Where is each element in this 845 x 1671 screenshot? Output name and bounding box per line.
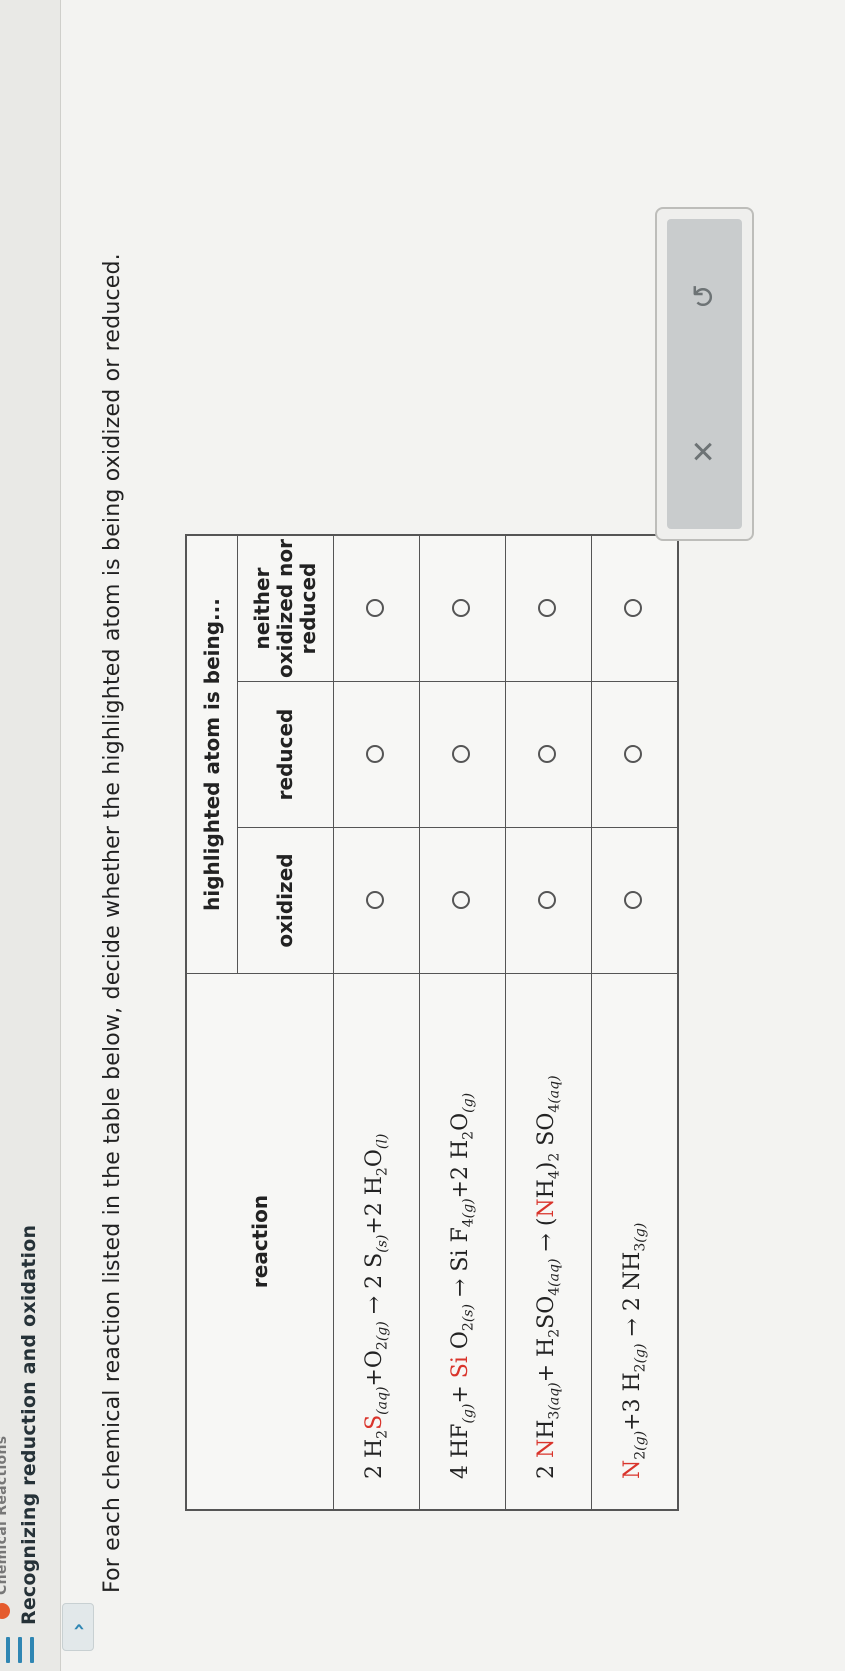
reduced-option[interactable] bbox=[505, 681, 592, 828]
menu-icon[interactable] bbox=[6, 1637, 34, 1663]
top-bar: Chemical Reactions Recognizing reduction… bbox=[0, 0, 61, 1671]
reduced-option[interactable] bbox=[333, 681, 420, 828]
reaction-equation: 4 HF(g)+ Si O2(s) → Si F4(g)+2 H2O(g) bbox=[419, 973, 506, 1510]
page-title: Recognizing reduction and oxidation bbox=[18, 1224, 40, 1625]
radio-button[interactable] bbox=[623, 599, 642, 618]
radio-button[interactable] bbox=[451, 745, 470, 764]
table-row: 2 H2S(aq)+O2(g) → 2 S(s)+2 H2O(l) bbox=[333, 535, 420, 1510]
reduced-option[interactable] bbox=[419, 681, 506, 828]
table-row: N2(g)+3 H2(g) → 2 NH3(g) bbox=[591, 535, 678, 1510]
neither-option[interactable] bbox=[505, 535, 592, 682]
radio-button[interactable] bbox=[623, 745, 642, 764]
oxidized-option[interactable] bbox=[591, 827, 678, 974]
neither-option[interactable] bbox=[591, 535, 678, 682]
highlighted-atom: Si bbox=[448, 1356, 474, 1379]
reduced-header: reduced bbox=[237, 681, 334, 828]
radio-button[interactable] bbox=[365, 599, 384, 618]
radio-button[interactable] bbox=[623, 891, 642, 910]
oxidized-option[interactable] bbox=[419, 827, 506, 974]
undo-icon: ↺ bbox=[687, 283, 722, 310]
radio-button[interactable] bbox=[537, 891, 556, 910]
clear-button[interactable]: ✕ bbox=[675, 422, 735, 482]
oxidized-option[interactable] bbox=[505, 827, 592, 974]
reaction-header: reaction bbox=[186, 973, 334, 1510]
oxidized-option[interactable] bbox=[333, 827, 420, 974]
topic-dot-icon bbox=[0, 1603, 10, 1619]
reaction-equation: 2 NH3(aq)+ H2SO4(aq) → (NH4)2 SO4(aq) bbox=[505, 973, 592, 1510]
neither-header-line: reduced bbox=[296, 562, 320, 655]
reaction-equation: N2(g)+3 H2(g) → 2 NH3(g) bbox=[591, 973, 678, 1510]
reaction-table: reaction highlighted atom is being... ox… bbox=[185, 534, 679, 1511]
radio-button[interactable] bbox=[451, 599, 470, 618]
neither-option[interactable] bbox=[419, 535, 506, 682]
radio-button[interactable] bbox=[537, 599, 556, 618]
oxidized-header: oxidized bbox=[237, 827, 334, 974]
highlighted-header: highlighted atom is being... bbox=[186, 535, 238, 974]
answer-actions: ✕ ↺ bbox=[655, 207, 754, 541]
highlighted-atom: S bbox=[362, 1414, 388, 1430]
table-row: 2 NH3(aq)+ H2SO4(aq) → (NH4)2 SO4(aq) bbox=[505, 535, 592, 1510]
undo-button[interactable]: ↺ bbox=[675, 267, 735, 327]
table-row: 4 HF(g)+ Si O2(s) → Si F4(g)+2 H2O(g) bbox=[419, 535, 506, 1510]
neither-option[interactable] bbox=[333, 535, 420, 682]
neither-header-line: neither bbox=[250, 567, 274, 650]
close-icon: ✕ bbox=[687, 438, 722, 465]
neither-header-line: oxidized nor bbox=[273, 539, 297, 678]
instructions-text: For each chemical reaction listed in the… bbox=[100, 253, 125, 1593]
radio-button[interactable] bbox=[365, 745, 384, 764]
radio-button[interactable] bbox=[365, 891, 384, 910]
neither-header: neither oxidized nor reduced bbox=[237, 535, 334, 682]
highlighted-atom: N bbox=[534, 1198, 560, 1218]
highlighted-atom: N bbox=[620, 1459, 646, 1479]
reduced-option[interactable] bbox=[591, 681, 678, 828]
radio-button[interactable] bbox=[537, 745, 556, 764]
reaction-equation: 2 H2S(aq)+O2(g) → 2 S(s)+2 H2O(l) bbox=[333, 973, 420, 1510]
chevron-right-icon[interactable]: › bbox=[62, 1603, 94, 1651]
breadcrumb: Chemical Reactions bbox=[0, 1435, 10, 1595]
assignment-page: Chemical Reactions Recognizing reduction… bbox=[0, 0, 845, 1671]
action-bar: ✕ ↺ bbox=[667, 219, 742, 529]
radio-button[interactable] bbox=[451, 891, 470, 910]
highlighted-atom: N bbox=[534, 1438, 560, 1458]
